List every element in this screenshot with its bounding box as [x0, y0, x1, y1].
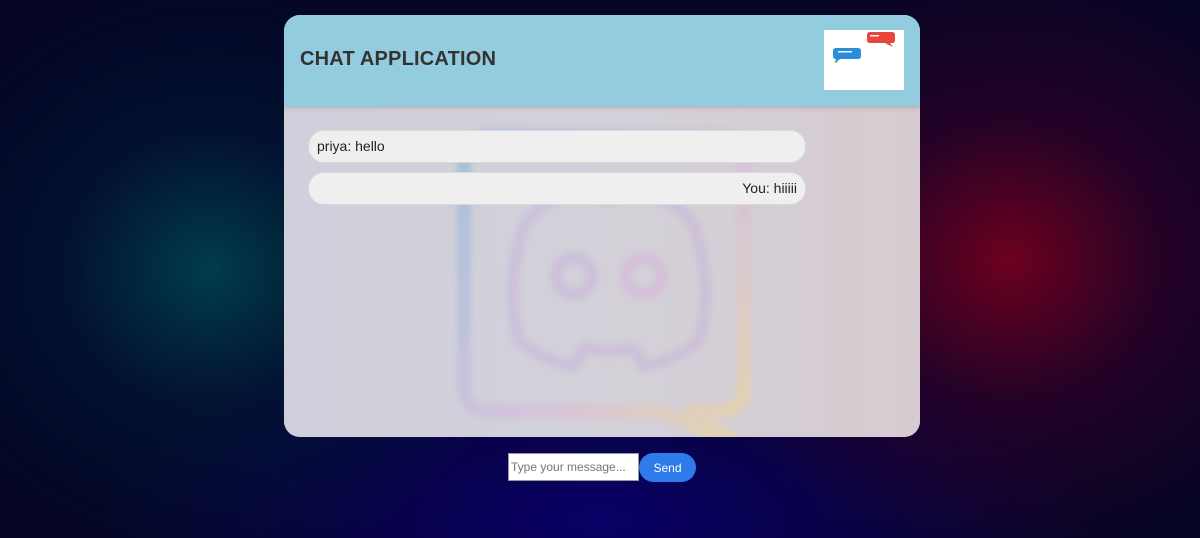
chat-header: CHAT APPLICATION [284, 15, 920, 106]
chat-window: CHAT APPLICATION priya: hello You: hiiii… [284, 15, 920, 437]
send-button[interactable]: Send [639, 453, 696, 482]
message-bubble-outgoing: You: hiiiii [308, 172, 806, 205]
message-bubble-incoming: priya: hello [308, 130, 806, 163]
message-composer: Send [508, 453, 696, 482]
discord-logo-icon [449, 116, 759, 437]
message-input[interactable] [508, 453, 639, 481]
chat-bubbles-icon [824, 30, 904, 90]
page-title: CHAT APPLICATION [300, 48, 497, 70]
chat-messages-area[interactable]: priya: hello You: hiiiii [284, 106, 920, 437]
